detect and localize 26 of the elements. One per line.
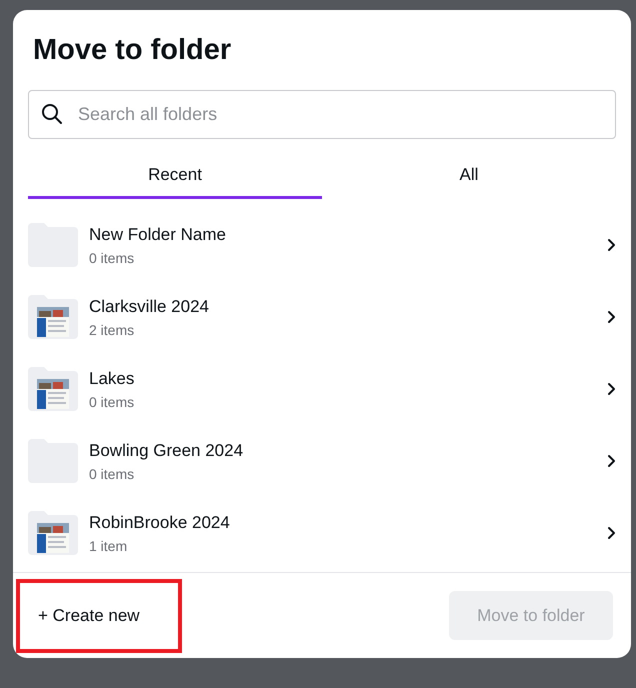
- item-count: 0 items: [89, 464, 136, 482]
- folder-row[interactable]: RobinBrooke 2024 1 item: [13, 497, 631, 569]
- chevron-right-icon: [606, 382, 616, 396]
- search-field[interactable]: Search all folders: [28, 90, 616, 139]
- tab[interactable]: All: [322, 154, 616, 199]
- folder-name: New Folder Name: [89, 224, 227, 246]
- chevron-right-icon: [606, 526, 616, 540]
- folder-row[interactable]: Bowling Green 2024 0 items: [13, 425, 631, 497]
- item-count: 0 items: [89, 248, 136, 266]
- chevron-right-icon: [606, 238, 616, 252]
- chevron-right-icon: [606, 454, 616, 468]
- folder-row[interactable]: Lakes 0 items: [13, 353, 631, 425]
- item-count: 0 items: [89, 392, 136, 410]
- folder-name: Lakes: [89, 368, 136, 390]
- item-count: 1 item: [89, 536, 128, 554]
- folder-row[interactable]: New Folder Name 0 items: [13, 209, 631, 281]
- folder-name: Clarksville 2024: [89, 296, 210, 318]
- tab[interactable]: Recent: [28, 154, 322, 199]
- folder-name: RobinBrooke 2024: [89, 512, 231, 534]
- item-count: 2 items: [89, 320, 136, 338]
- folder-row[interactable]: Clarksville 2024 2 items: [13, 281, 631, 353]
- create-new-button[interactable]: + Create new: [16, 578, 182, 652]
- search-icon: [40, 102, 64, 126]
- chevron-right-icon: [606, 310, 616, 324]
- dialog-title: Move to folder: [32, 33, 232, 68]
- folder-name: Bowling Green 2024: [89, 440, 244, 462]
